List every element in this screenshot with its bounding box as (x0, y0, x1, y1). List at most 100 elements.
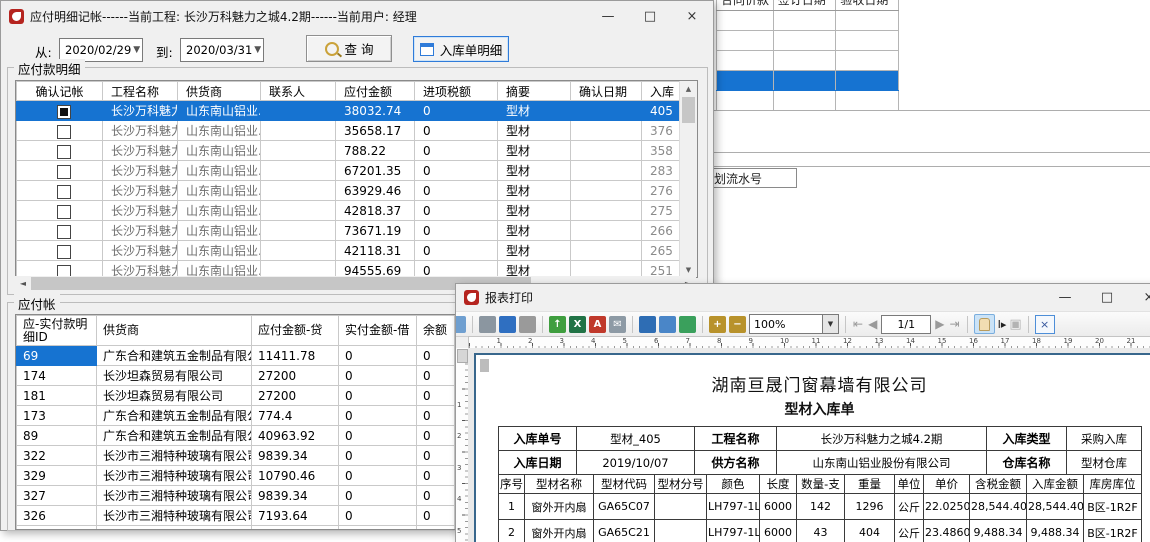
column-header[interactable]: 应-实付款明细ID (17, 316, 97, 346)
column-header[interactable]: 工程名称 (103, 82, 178, 101)
zoom-out-icon[interactable]: − (729, 316, 746, 333)
hand-tool-icon[interactable] (974, 314, 995, 334)
table-row[interactable]: 长沙万科魅力...山东南山铝业...73671.190型材266 (17, 221, 681, 241)
column-header[interactable]: 进项税额 (415, 82, 498, 101)
minimize-button[interactable]: — (587, 1, 629, 31)
payable-account-grid[interactable]: 应-实付款明细ID供货商应付金额-贷实付金额-借余额 69广东合和建筑五金制品有… (15, 314, 457, 530)
table-row[interactable]: 长沙万科魅力...山东南山铝业...42818.370型材275 (17, 201, 681, 221)
column-header[interactable]: 实付金额-借 (339, 316, 417, 346)
preview-area[interactable]: 湖南亘晟门窗幕墙有限公司 型材入库单 入库单号型材_405工程名称长沙万科魅力之… (468, 348, 1150, 542)
table-cell: 6000 (760, 520, 797, 542)
mail-icon[interactable]: ✉ (609, 316, 626, 333)
table-row[interactable] (716, 31, 899, 51)
grid-icon[interactable] (679, 316, 696, 333)
from-date-value: 2020/02/29 (60, 43, 131, 57)
table-row[interactable]: 长沙万科魅力...山东南山铝业...42118.310型材265 (17, 241, 681, 261)
maximize-button[interactable]: □ (629, 1, 671, 31)
minimize-button[interactable]: — (1044, 284, 1086, 311)
column-header[interactable]: 联系人 (261, 82, 336, 101)
table-row[interactable]: 329长沙市三湘特种玻璃有限公司10790.4600 (17, 466, 455, 486)
column-header: 型材代码 (594, 475, 655, 494)
column-header[interactable]: 入库 (642, 82, 681, 101)
partial-left-icon[interactable] (456, 316, 466, 333)
toolbar-separator (1028, 316, 1029, 333)
table-row[interactable]: 69广东合和建筑五金制品有限公司11411.7800 (17, 346, 455, 366)
table-row[interactable]: 174长沙坦森贸易有限公司2720000 (17, 366, 455, 386)
confirm-checkbox[interactable] (57, 125, 71, 139)
column-header[interactable]: 确认日期 (571, 82, 642, 101)
prev-page-icon[interactable]: ◀ (868, 317, 877, 331)
to-date-select[interactable]: 2020/03/31 ▼ (180, 38, 264, 62)
zoom-level-select[interactable]: 100% ▼ (749, 314, 839, 334)
confirm-checkbox[interactable] (57, 245, 71, 259)
confirm-checkbox[interactable] (57, 105, 71, 119)
text-select-icon[interactable]: I▸ (998, 318, 1007, 331)
table-cell: 0 (417, 486, 455, 506)
table-row[interactable] (716, 91, 899, 111)
table-cell: 89 (17, 426, 97, 446)
inbound-detail-button[interactable]: 入库单明细 (413, 36, 509, 62)
column-header[interactable]: 确认记帐 (17, 82, 103, 101)
column-header[interactable]: 供货商 (178, 82, 261, 101)
table-cell (261, 201, 336, 221)
confirm-checkbox[interactable] (57, 165, 71, 179)
export-icon[interactable]: ↑ (549, 316, 566, 333)
zoom-in-icon[interactable]: + (709, 316, 726, 333)
table-row[interactable]: 长沙市三湘特种玻璃有限公司 (17, 526, 455, 531)
confirm-checkbox[interactable] (57, 205, 71, 219)
vertical-scrollbar[interactable]: ▲ ▼ (679, 81, 697, 277)
table-row[interactable]: 长沙万科魅力...山东南山铝业...38032.740型材405 (17, 101, 681, 121)
column-header[interactable]: 应付金额-贷 (252, 316, 339, 346)
table-row[interactable]: 89广东合和建筑五金制品有限公司40963.9200 (17, 426, 455, 446)
ruler-scroll-button[interactable] (457, 349, 468, 363)
print-icon[interactable] (479, 316, 496, 333)
copy-icon[interactable]: ▣ (1009, 317, 1021, 332)
column-header[interactable]: 余额 (417, 316, 455, 346)
ruler-number: 8 (717, 337, 721, 345)
first-page-icon[interactable]: ⇤ (853, 317, 863, 331)
close-button[interactable]: × (671, 1, 713, 31)
table-row[interactable]: 327长沙市三湘特种玻璃有限公司9839.3400 (17, 486, 455, 506)
table-row[interactable]: 322长沙市三湘特种玻璃有限公司9839.3400 (17, 446, 455, 466)
close-button[interactable]: × (1128, 284, 1150, 311)
scroll-left-arrow[interactable]: ◄ (15, 279, 31, 288)
scroll-down-arrow[interactable]: ▼ (680, 262, 697, 277)
maximize-button[interactable]: □ (1086, 284, 1128, 311)
toolbar-separator (542, 316, 543, 333)
confirm-checkbox[interactable] (57, 145, 71, 159)
confirm-checkbox[interactable] (57, 185, 71, 199)
pdf-export-icon[interactable]: A (589, 316, 606, 333)
save-icon[interactable] (639, 316, 656, 333)
table-row[interactable] (716, 71, 899, 91)
next-page-icon[interactable]: ▶ (935, 317, 944, 331)
payable-detail-grid[interactable]: 确认记帐工程名称供货商联系人应付金额进项税额摘要确认日期入库 长沙万科魅力...… (15, 80, 698, 278)
ruler-number: 2 (528, 337, 532, 345)
table-row[interactable] (716, 11, 899, 31)
report-form-title: 型材入库单 (498, 399, 1141, 419)
page-indicator[interactable]: 1/1 (881, 315, 931, 334)
page-setup-icon[interactable] (499, 316, 516, 333)
close-preview-icon[interactable]: × (1035, 315, 1055, 334)
table-row[interactable] (716, 51, 899, 71)
table-row[interactable]: 173广东合和建筑五金制品有限公司774.400 (17, 406, 455, 426)
table-row[interactable]: 长沙万科魅力...山东南山铝业...63929.460型材276 (17, 181, 681, 201)
excel-export-icon[interactable]: X (569, 316, 586, 333)
scrollbar-thumb[interactable] (682, 97, 695, 123)
table-row[interactable]: 326长沙市三湘特种玻璃有限公司7193.6400 (17, 506, 455, 526)
column-header[interactable]: 摘要 (498, 82, 571, 101)
confirm-checkbox[interactable] (57, 225, 71, 239)
last-page-icon[interactable]: ⇥ (950, 317, 960, 331)
column-header[interactable]: 应付金额 (336, 82, 415, 101)
title-bar[interactable]: 应付明细记帐------当前工程: 长沙万科魅力之城4.2期------当前用户… (1, 1, 713, 31)
table-row[interactable]: 长沙万科魅力...山东南山铝业...788.220型材358 (17, 141, 681, 161)
table-row[interactable]: 长沙万科魅力...山东南山铝业...67201.350型材283 (17, 161, 681, 181)
table-row[interactable]: 长沙万科魅力...山东南山铝业...35658.170型材376 (17, 121, 681, 141)
query-button[interactable]: 查 询 (306, 35, 392, 62)
document-icon[interactable] (659, 316, 676, 333)
options-icon[interactable] (519, 316, 536, 333)
title-bar[interactable]: 报表打印 — □ × (456, 284, 1150, 311)
table-cell: 1 (499, 494, 525, 520)
column-header[interactable]: 供货商 (97, 316, 252, 346)
table-row[interactable]: 181长沙坦森贸易有限公司2720000 (17, 386, 455, 406)
scroll-up-arrow[interactable]: ▲ (680, 81, 697, 96)
